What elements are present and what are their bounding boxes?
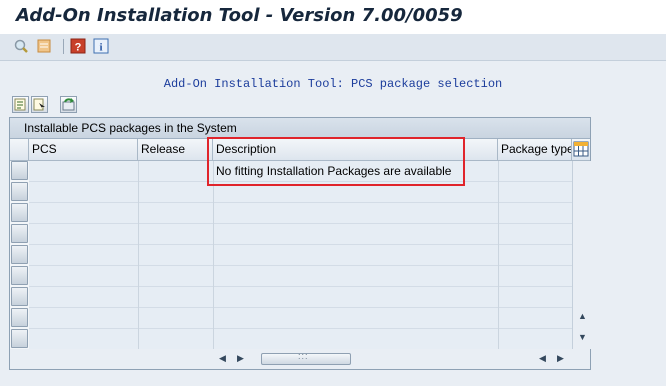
title-bar: Add-On Installation Tool - Version 7.00/… [0,0,666,34]
row-selector[interactable] [11,245,28,264]
find-icon[interactable] [13,38,29,54]
page-heading: Add-On Installation Tool: PCS package se… [163,77,503,91]
table-caption: Installable PCS packages in the System [10,118,590,139]
refresh-icon [62,98,75,111]
select-icon [33,98,45,111]
details-button[interactable] [12,96,29,113]
window-title: Add-On Installation Tool - Version 7.00/… [16,5,463,26]
layout-config-icon[interactable] [572,139,590,160]
scroll-left-icon[interactable]: ◀ [539,353,546,364]
scroll-right-icon[interactable]: ▶ [557,353,564,364]
table-row[interactable] [29,245,572,266]
row-selector[interactable] [11,287,28,306]
scroll-left-icon[interactable]: ◀ [219,353,226,364]
column-divider [213,161,214,349]
table-caption-text: Installable PCS packages in the System [24,121,237,135]
column-divider [138,161,139,349]
select-button[interactable] [31,96,48,113]
vertical-scrollbar[interactable]: ▲ ▼ [572,161,591,349]
info-icon[interactable]: i [93,38,109,54]
details-icon [14,98,26,111]
table-row[interactable] [29,266,572,287]
application-toolbar: ? i [0,34,666,61]
row-selector[interactable] [11,161,28,180]
row-selector[interactable] [11,266,28,285]
horizontal-scroll-thumb[interactable]: ::: [261,351,351,365]
table-row[interactable] [29,287,572,308]
scroll-down-icon[interactable]: ▼ [578,332,587,342]
column-header-package-type[interactable]: Package type [498,139,572,160]
column-header-release[interactable]: Release [138,139,213,160]
refresh-button[interactable] [60,96,77,113]
table-row[interactable] [29,203,572,224]
find-next-icon[interactable] [36,38,52,54]
scroll-up-icon[interactable]: ▲ [578,311,587,321]
row-selector[interactable] [11,224,28,243]
toolbar-separator [63,39,64,54]
row-selector[interactable] [11,308,28,327]
help-icon[interactable]: ? [70,38,86,54]
select-all-cell[interactable] [10,139,29,160]
grip-icon: ::: [298,351,309,361]
svg-text:?: ? [75,42,82,54]
row-selector[interactable] [11,203,28,222]
column-divider [498,161,499,349]
scroll-right-icon[interactable]: ▶ [237,353,244,364]
row-selector[interactable] [11,329,28,348]
horizontal-scroll-area: ◀ ▶ ::: ◀ ▶ [10,349,590,369]
table-row[interactable] [29,224,572,245]
svg-text:i: i [99,42,102,54]
column-header-pcs[interactable]: PCS [29,139,138,160]
table-row[interactable] [29,308,572,329]
main-area: Add-On Installation Tool: PCS package se… [0,61,666,386]
table-row[interactable] [29,329,572,350]
row-selector[interactable] [11,182,28,201]
highlight-box [207,137,465,186]
